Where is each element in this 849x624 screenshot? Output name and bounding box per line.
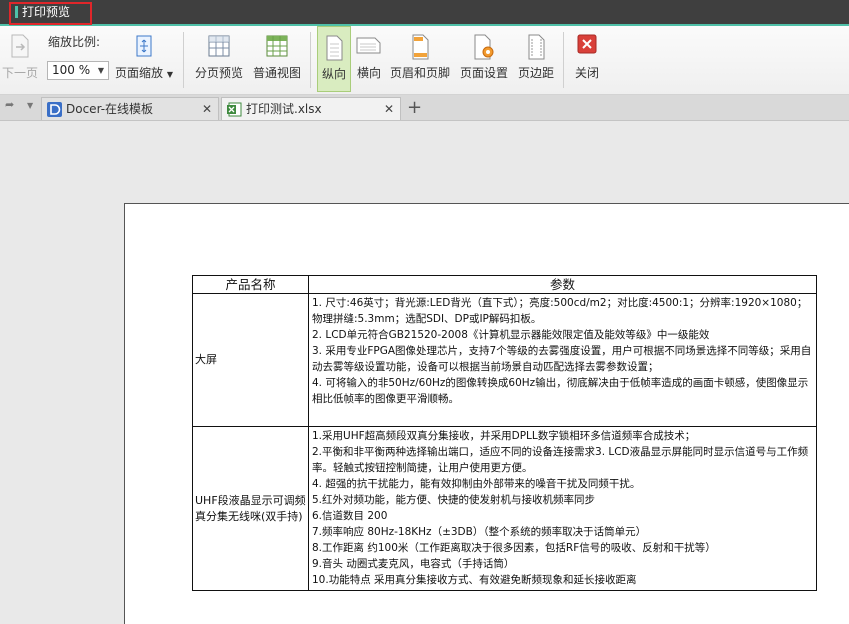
param-line: 1.采用UHF超高频段双真分集接收，并采用DPLL数字锁相环多信道频率合成技术； xyxy=(312,430,696,442)
column-header: 参数 xyxy=(308,275,817,294)
product-name-cell: UHF段液晶显示可调频真分集无线咪(双手持) xyxy=(192,426,309,591)
params-cell: 1. 尺寸:46英寸；背光源:LED背光（直下式）；亮度:500cd/m2；对比… xyxy=(308,293,817,427)
page-zoom-icon xyxy=(133,34,155,61)
tab-docer[interactable]: Docer-在线模板 ✕ xyxy=(41,97,219,120)
table-header-row: 产品名称 参数 xyxy=(192,275,817,294)
margins-button[interactable]: 页边距 xyxy=(515,26,557,92)
document-tab-bar: ➦ ▼ Docer-在线模板 ✕ 打印测试.xlsx ✕ + xyxy=(0,95,849,121)
zoom-value: 100 % xyxy=(52,63,91,77)
param-line: 8.工作距离 约100米（工作距离取决于很多因素，包括RF信号的吸收、反射和干扰… xyxy=(312,542,716,554)
chevron-down-icon: ▼ xyxy=(97,66,104,75)
print-page: 产品名称 参数 大屏 1. 尺寸:46英寸；背光源:LED背光（直下式）；亮度:… xyxy=(124,203,849,624)
print-preview-toolbar: 下一页 缩放比例: 100 % ▼ 页面缩放 ▼ 分页预览 普通视图 纵向 横向… xyxy=(0,26,849,95)
margins-icon xyxy=(526,34,546,63)
param-line: 1. 尺寸:46英寸；背光源:LED背光（直下式）；亮度:500cd/m2；对比… xyxy=(312,297,808,325)
normal-view-icon xyxy=(265,34,289,61)
next-page-button[interactable]: 下一页 xyxy=(0,26,40,92)
params-cell: 1.采用UHF超高频段双真分集接收，并采用DPLL数字锁相环多信道频率合成技术；… xyxy=(308,426,817,591)
back-arrow-icon[interactable]: ➦ xyxy=(5,98,14,111)
tab-print-test-xlsx[interactable]: 打印测试.xlsx ✕ xyxy=(221,97,401,120)
param-line: 4. 可将输入的非50Hz/60Hz的图像转换成60Hz输出，彻底解决由于低帧率… xyxy=(312,377,809,405)
close-button[interactable]: 关闭 xyxy=(569,26,605,92)
page-setup-icon xyxy=(472,34,496,63)
landscape-button[interactable]: 横向 xyxy=(352,26,386,92)
param-line: 10.功能特点 采用真分集接收方式、有效避免断频现象和延长接收距离 xyxy=(312,574,637,586)
product-name-cell: 大屏 xyxy=(192,293,309,427)
header-footer-icon xyxy=(410,34,430,63)
plus-icon[interactable]: + xyxy=(407,97,422,118)
table-row: 大屏 1. 尺寸:46英寸；背光源:LED背光（直下式）；亮度:500cd/m2… xyxy=(192,293,817,427)
param-line: 3. 采用专业FPGA图像处理芯片，支持7个等级的去雾强度设置，用户可根据不同场… xyxy=(312,345,812,373)
window-title: 打印预览 xyxy=(22,5,71,19)
page-break-preview-icon xyxy=(207,34,231,61)
toolbar-separator xyxy=(310,32,311,88)
tab-close-icon[interactable]: ✕ xyxy=(384,98,394,120)
param-line: 4. 超强的抗干扰能力，能有效抑制由外部带来的噪音干扰及同频干扰。 xyxy=(312,478,641,490)
close-icon xyxy=(577,34,597,57)
toolbar-separator xyxy=(563,32,564,88)
zoom-select[interactable]: 100 % ▼ xyxy=(47,61,109,80)
preview-area: 产品名称 参数 大屏 1. 尺寸:46英寸；背光源:LED背光（直下式）；亮度:… xyxy=(0,121,849,624)
table-row: UHF段液晶显示可调频真分集无线咪(双手持) 1.采用UHF超高频段双真分集接收… xyxy=(192,426,817,591)
param-line: 6.信道数目 200 xyxy=(312,510,388,522)
page-zoom-label: 页面缩放 ▼ xyxy=(115,66,173,80)
portrait-button[interactable]: 纵向 xyxy=(317,26,351,92)
landscape-icon xyxy=(356,34,382,59)
param-line: 2.平衡和非平衡两种选择输出端口，适应不同的设备连接需求3. LCD液晶显示屏能… xyxy=(312,446,809,474)
tab-close-icon[interactable]: ✕ xyxy=(202,98,212,120)
portrait-icon xyxy=(324,35,344,64)
page-setup-button[interactable]: 页面设置 xyxy=(456,26,512,92)
header-footer-button[interactable]: 页眉和页脚 xyxy=(388,26,452,92)
column-header: 产品名称 xyxy=(192,275,309,294)
param-line: 2. LCD单元符合GB21520-2008《计算机显示器能效限定值及能效等级》… xyxy=(312,329,710,341)
param-line: 7.频率响应 80Hz-18KHz（±3DB）（整个系统的频率取决于话筒单元） xyxy=(312,526,647,538)
tab-list-dropdown-icon[interactable]: ▼ xyxy=(27,101,33,110)
title-accent-mark xyxy=(15,6,18,18)
param-line: 5.红外对频功能，能方便、快捷的使发射机与接收机频率同步 xyxy=(312,494,596,506)
param-line: 9.音头 动圈式麦克风，电容式（手持话筒） xyxy=(312,558,515,570)
next-page-icon xyxy=(9,34,31,61)
zoom-label: 缩放比例: xyxy=(48,35,101,49)
title-bar: 打印预览 xyxy=(0,0,849,26)
normal-view-button[interactable]: 普通视图 xyxy=(250,26,304,92)
toolbar-separator xyxy=(183,32,184,88)
page-zoom-button[interactable]: 页面缩放 ▼ xyxy=(113,26,175,92)
page-break-preview-button[interactable]: 分页预览 xyxy=(190,26,248,92)
spec-table: 产品名称 参数 大屏 1. 尺寸:46英寸；背光源:LED背光（直下式）；亮度:… xyxy=(192,275,817,591)
